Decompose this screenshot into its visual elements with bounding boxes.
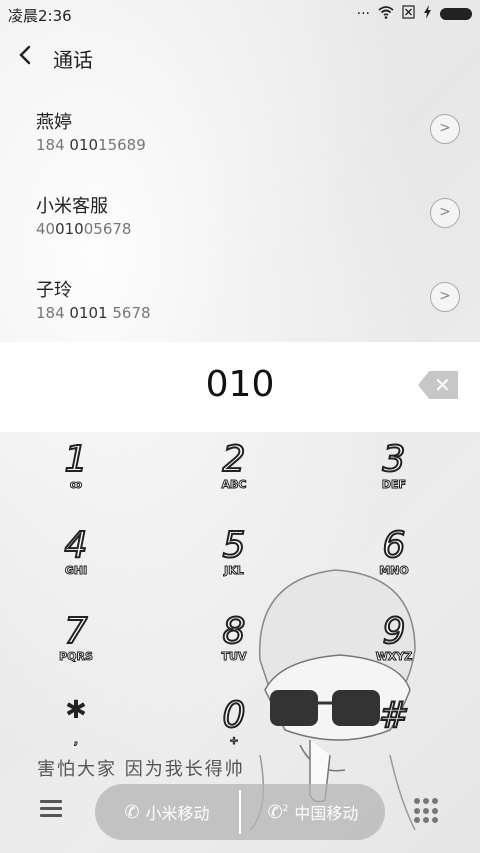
chevron-right-icon: >: [439, 204, 451, 220]
contact-name: 子玲: [36, 280, 72, 301]
key-letters: WXYZ: [375, 650, 413, 664]
key-hash[interactable]: #: [334, 695, 454, 778]
status-time: 凌晨2:36: [8, 7, 72, 25]
number-suffix: 05678: [83, 220, 132, 238]
bottom-bar: ✆ 小米移动 ✆2 中国移动: [0, 780, 480, 853]
key-9[interactable]: 9 WXYZ: [334, 611, 454, 694]
key-digit: *: [66, 695, 86, 737]
contact-name: 小米客服: [36, 196, 108, 217]
hamburger-icon: [40, 800, 66, 817]
key-digit: 2: [222, 439, 247, 481]
number-match-highlight: 010: [55, 220, 84, 238]
contact-detail-button[interactable]: >: [430, 114, 460, 144]
key-letters: GHI: [64, 564, 88, 578]
key-6[interactable]: 6 MNO: [334, 525, 454, 608]
app-header: 通话: [0, 38, 480, 78]
number-suffix: 5678: [107, 304, 151, 322]
key-digit: 3: [382, 439, 407, 481]
menu-button[interactable]: [40, 796, 66, 822]
contact-number: 184 0101 5678: [36, 304, 151, 322]
sim1-label: 小米移动: [145, 804, 210, 823]
more-dots-icon: ···: [356, 6, 370, 22]
key-1[interactable]: 1 ꝏ: [16, 439, 136, 522]
key-digit: 5: [222, 525, 247, 567]
number-prefix: 40: [36, 220, 56, 238]
status-bar: 凌晨2:36 ···: [0, 0, 480, 28]
key-digit: 0: [222, 695, 247, 737]
theme-slogan: 害怕大家 因为我长得帅: [37, 759, 245, 780]
contact-detail-button[interactable]: >: [430, 282, 460, 312]
key-digit: 6: [382, 525, 407, 567]
page-title: 通话: [53, 48, 93, 72]
number-prefix: 184: [36, 304, 70, 322]
wifi-icon: [378, 5, 394, 23]
dialpad-grid-icon: [414, 798, 420, 804]
contact-number: 4001005678: [36, 220, 131, 238]
key-digit: 9: [382, 611, 407, 653]
sim2-label: 中国移动: [294, 804, 359, 823]
back-button[interactable]: [18, 44, 40, 70]
key-digit: 8: [222, 611, 247, 653]
call-sim1-button[interactable]: ✆ 小米移动: [95, 784, 239, 840]
key-letters: +: [229, 734, 239, 748]
key-2[interactable]: 2 ABC: [174, 439, 294, 522]
key-8[interactable]: 8 TUV: [174, 611, 294, 694]
battery-icon: [440, 8, 472, 20]
key-digit: 4: [64, 525, 89, 567]
key-3[interactable]: 3 DEF: [334, 439, 454, 522]
key-letters: TUV: [221, 650, 247, 664]
back-chevron-icon: [19, 45, 31, 65]
number-prefix: 184: [36, 136, 70, 154]
key-letters: PQRS: [59, 650, 94, 664]
number-match-highlight: 0101: [69, 304, 108, 322]
key-5[interactable]: 5 JKL: [174, 525, 294, 608]
contact-row[interactable]: 燕婷 184 01015689 >: [0, 88, 480, 172]
dial-input-row: 010 ✕: [0, 342, 480, 432]
key-letters: MNO: [379, 564, 410, 578]
contact-row[interactable]: 子玲 184 0101 5678 >: [0, 256, 480, 340]
chevron-right-icon: >: [439, 288, 451, 304]
backspace-icon: ✕: [434, 373, 451, 397]
dialed-number: 010: [205, 364, 275, 405]
key-digit: #: [378, 695, 410, 737]
key-letters: ABC: [221, 478, 247, 492]
phone-icon: ✆: [124, 801, 140, 823]
dialpad-toggle-button[interactable]: [414, 798, 440, 824]
sim2-tag: 2: [282, 803, 289, 814]
number-suffix: 15689: [98, 136, 146, 154]
phone-icon: ✆2: [267, 801, 289, 823]
status-icons: ···: [357, 5, 472, 23]
dial-keypad: 1 ꝏ 2 ABC 3 DEF 4 GHI 5 JKL 6 MNO 7 PQRS…: [0, 439, 480, 780]
key-digit: 1: [64, 439, 89, 481]
voicemail-icon: ꝏ: [69, 478, 83, 492]
contact-number: 184 01015689: [36, 136, 146, 154]
key-letters: DEF: [381, 478, 407, 492]
contact-suggestion-list: 燕婷 184 01015689 > 小米客服 4001005678 > 子玲 1…: [0, 88, 480, 340]
contact-name: 燕婷: [36, 112, 72, 133]
number-match-highlight: 010: [69, 136, 99, 154]
charging-bolt-icon: [423, 5, 432, 23]
key-letters: JKL: [224, 564, 245, 578]
call-sim2-button[interactable]: ✆2 中国移动: [241, 784, 385, 840]
sim-off-icon: [402, 5, 415, 23]
contact-row[interactable]: 小米客服 4001005678 >: [0, 172, 480, 256]
contact-detail-button[interactable]: >: [430, 198, 460, 228]
chevron-right-icon: >: [439, 120, 451, 136]
key-4[interactable]: 4 GHI: [16, 525, 136, 608]
key-digit: 7: [64, 611, 89, 653]
key-letters: ,: [73, 734, 79, 748]
dual-sim-call-buttons: ✆ 小米移动 ✆2 中国移动: [95, 784, 385, 840]
key-7[interactable]: 7 PQRS: [16, 611, 136, 694]
